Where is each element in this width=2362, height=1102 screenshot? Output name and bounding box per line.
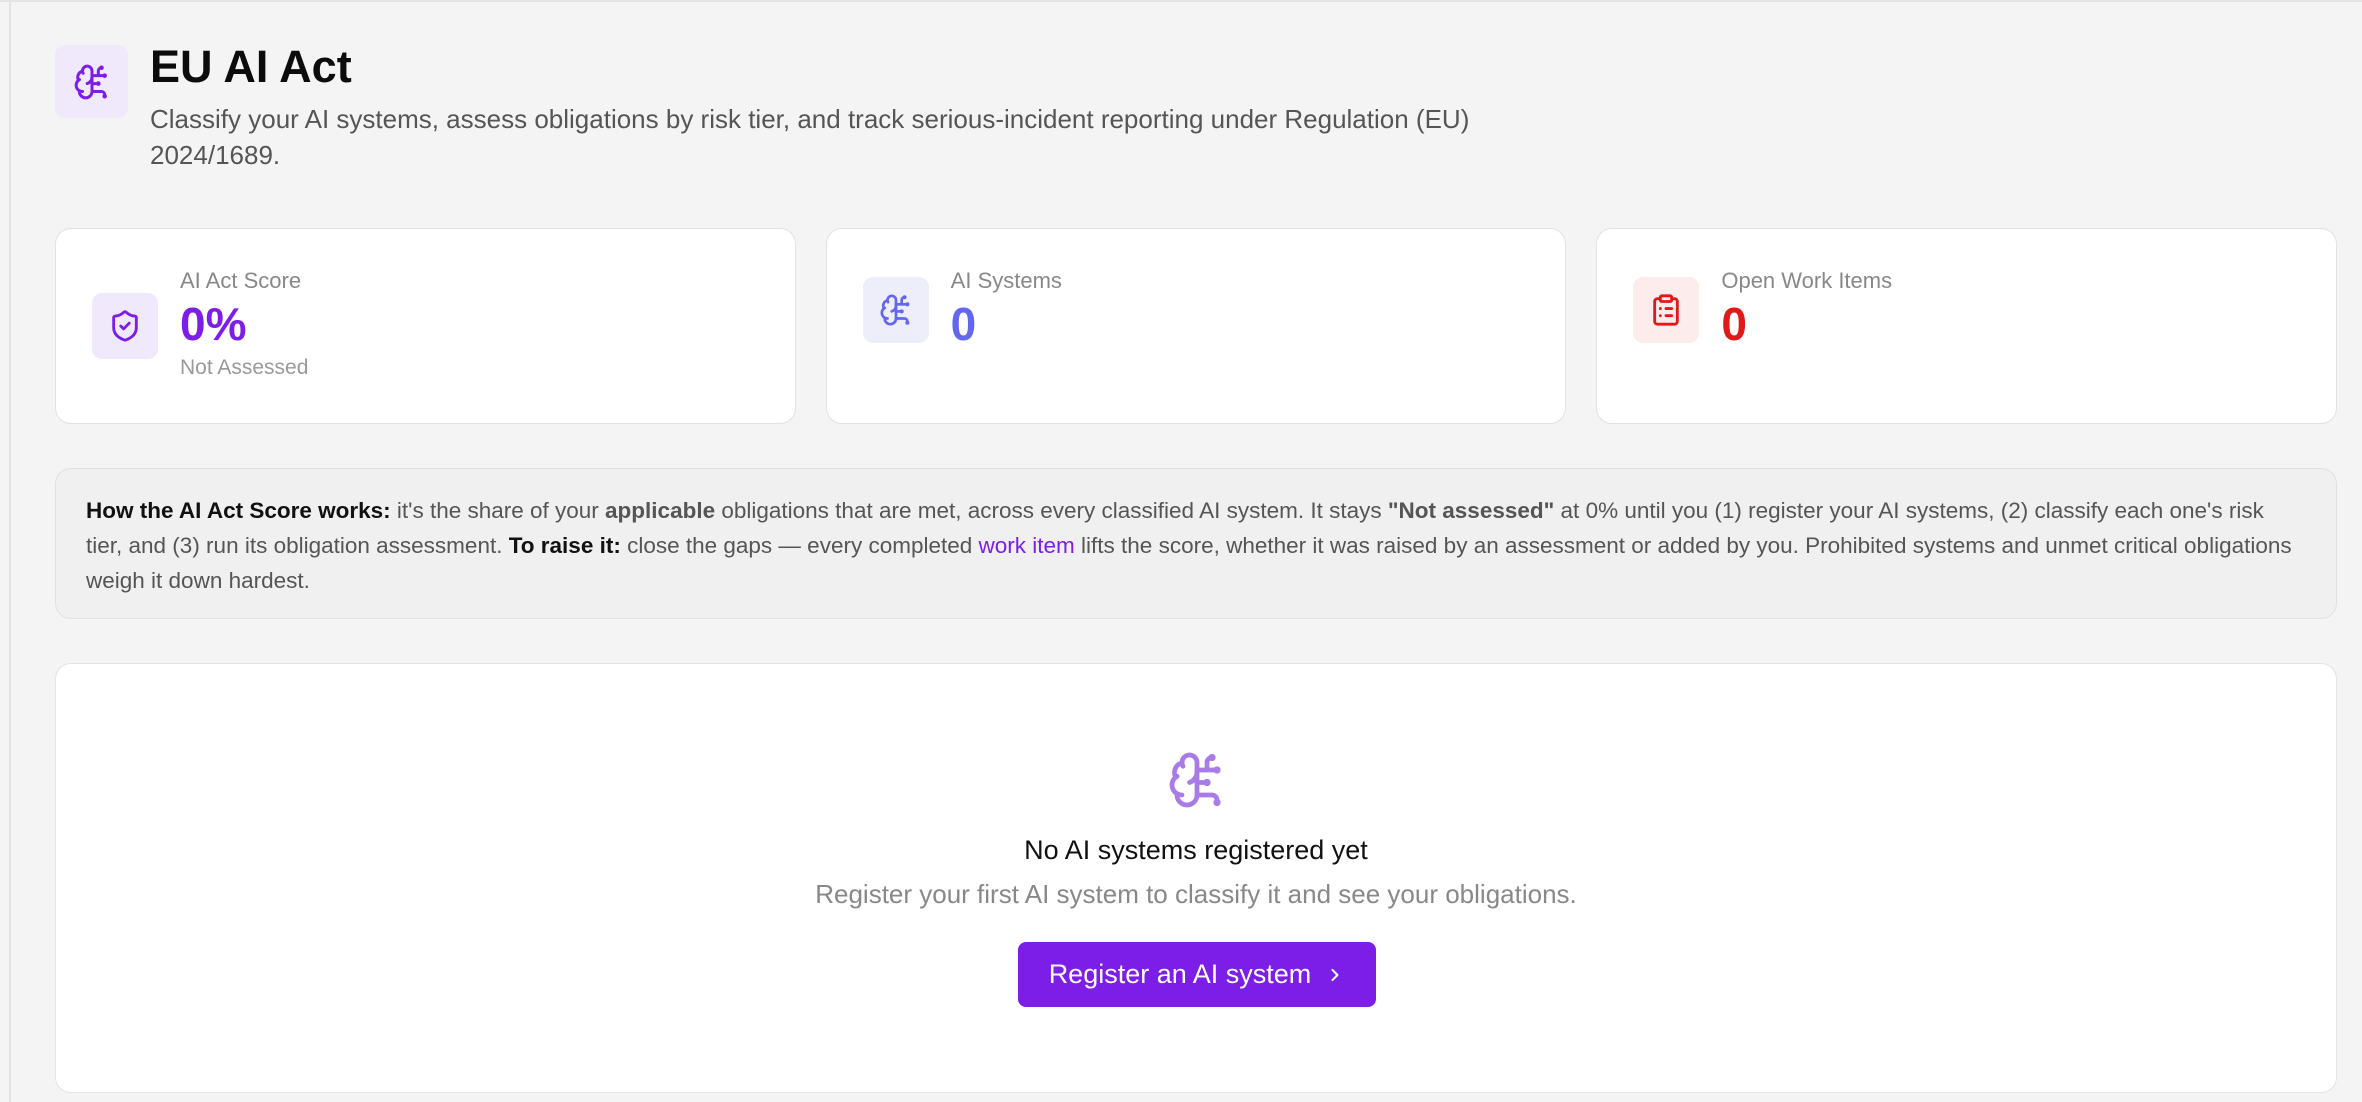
ai-act-score-value: 0%	[180, 298, 247, 350]
open-work-items-value: 0	[1721, 298, 1747, 350]
explanation-text-1: it's the share of your	[390, 498, 606, 523]
ai-systems-card: AI Systems 0	[825, 228, 1567, 424]
explanation-text-4: close the gaps — every completed	[620, 533, 979, 558]
clipboard-list-icon	[1633, 277, 1700, 343]
chevron-right-icon	[1331, 968, 1339, 981]
sidebar-border	[9, 0, 11, 1102]
page-header: EU AI Act Classify your AI systems, asse…	[55, 41, 1655, 173]
top-border	[0, 0, 2362, 2]
page-subtitle: Classify your AI systems, assess obligat…	[150, 104, 1470, 170]
work-item-link[interactable]: work item	[979, 533, 1075, 558]
ai-systems-label: AI Systems	[950, 268, 1062, 293]
ai-act-score-status: Not Assessed	[180, 356, 309, 379]
register-ai-system-button[interactable]: Register an AI system	[1018, 942, 1376, 1007]
register-button-label: Register an AI system	[1048, 959, 1312, 989]
ai-systems-value: 0	[950, 298, 977, 350]
open-work-items-card: Open Work Items 0	[1596, 228, 2338, 424]
brain-icon	[55, 45, 128, 118]
explanation-text-2: obligations that are met, across every c…	[715, 498, 1388, 523]
open-work-items-label: Open Work Items	[1721, 268, 1893, 293]
ai-act-score-card: AI Act Score 0% Not Assessed	[55, 228, 796, 424]
applicable-emphasis: applicable	[605, 498, 716, 523]
shield-check-icon	[92, 293, 158, 359]
empty-state-panel: No AI systems registered yet Register yo…	[55, 663, 2337, 1093]
empty-state-title: No AI systems registered yet	[1024, 835, 1368, 865]
ai-act-score-label: AI Act Score	[180, 268, 302, 293]
stat-cards: AI Act Score 0% Not Assessed AI Systems …	[55, 228, 2338, 424]
brain-icon	[862, 277, 929, 343]
brain-icon	[1167, 750, 1227, 810]
how-score-works-label: How the AI Act Score works:	[86, 498, 391, 523]
not-assessed-emphasis: "Not assessed"	[1387, 498, 1555, 523]
page-title: EU AI Act	[150, 41, 352, 92]
raise-it-label: To raise it:	[508, 533, 621, 558]
empty-state-description: Register your first AI system to classif…	[815, 879, 1577, 909]
score-explanation: How the AI Act Score works: it's the sha…	[55, 468, 2337, 619]
